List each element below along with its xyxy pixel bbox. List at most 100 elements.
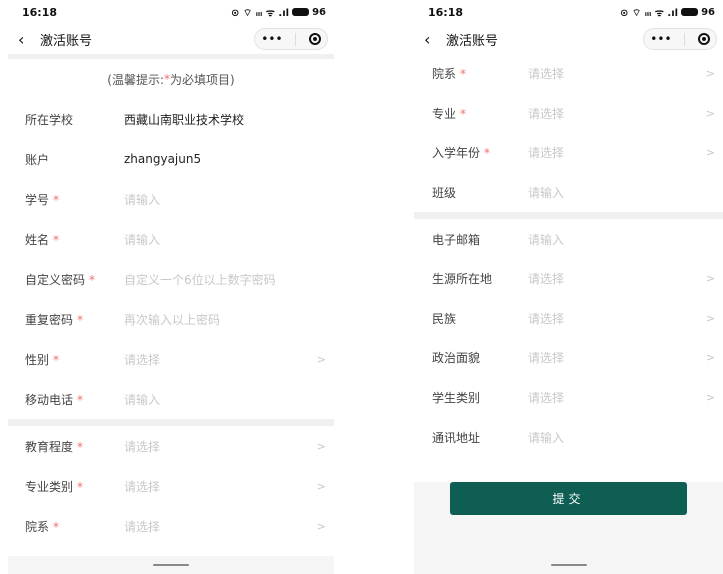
form-row[interactable]: 重复密码 * 再次输入以上密码 [8, 299, 334, 339]
field-label: 院系 * [25, 518, 124, 535]
required-star: * [53, 519, 60, 534]
tip-suffix: 为必填项目) [170, 72, 235, 87]
chevron-right-icon: > [316, 479, 326, 493]
form-row[interactable]: 专业类别 * 请选择 > [8, 466, 334, 506]
form-row[interactable]: 教育程度 * 请选择 > [8, 426, 334, 466]
form-row[interactable]: 自定义密码 * 自定义一个6位以上数字密码 [8, 259, 334, 299]
chevron-right-icon: > [316, 439, 326, 453]
form-row[interactable]: 电子邮箱 请输入 [414, 219, 723, 259]
required-star: * [53, 232, 60, 247]
field-input[interactable]: 请输入 [528, 429, 715, 446]
form-row[interactable]: 学生类别 请选择 > [414, 378, 723, 418]
required-star: * [77, 392, 84, 407]
battery-icon [681, 8, 699, 16]
field-picker[interactable]: 请选择 [528, 270, 705, 287]
field-label-text: 院系 [25, 519, 50, 534]
right-screen: 16:18 ⊙ ⌔ ᵢₗₗ ᯤ .ıl 96 ‹ 激活账号 ••• 院系 * 请选择… [414, 0, 723, 574]
home-indicator [550, 564, 587, 566]
field-label-text: 院系 [432, 67, 457, 82]
section-divider [8, 419, 334, 426]
status-time: 16:18 [22, 5, 58, 19]
chevron-right-icon: > [705, 311, 715, 325]
chevron-right-icon: > [705, 272, 715, 286]
field-input[interactable]: 请输入 [528, 184, 715, 201]
field-label: 教育程度 * [25, 438, 124, 455]
field-picker[interactable]: 请选择 [528, 310, 705, 327]
form-row[interactable]: 班级 请输入 [414, 173, 723, 213]
status-time: 16:18 [428, 5, 464, 19]
field-label-text: 账户 [25, 152, 50, 167]
form-row[interactable]: 院系 * 请选择 > [414, 54, 723, 94]
form-row[interactable]: 生源所在地 请选择 > [414, 259, 723, 299]
form-row[interactable]: 专业 * 请选择 > [414, 94, 723, 134]
mini-program-capsule: ••• [254, 28, 328, 50]
more-icon[interactable]: ••• [650, 32, 671, 46]
status-icons: ⊙ ⌔ ᵢₗₗ ᯤ .ıl 96 [231, 5, 326, 20]
field-label: 学生类别 [432, 389, 528, 406]
back-icon[interactable]: ‹ [18, 30, 34, 49]
field-label: 专业 * [432, 105, 528, 122]
status-indicator-icons: ⊙ ⌔ ᵢₗₗ ᯤ .ıl [620, 7, 679, 19]
form-list: 教育程度 * 请选择 > 专业类别 * 请选择 > 院系 * 请选择 > [8, 426, 334, 546]
field-label: 姓名 * [25, 231, 124, 248]
field-input[interactable]: 请输入 [124, 231, 326, 248]
close-target-icon[interactable] [308, 33, 321, 45]
field-label: 专业类别 * [25, 478, 124, 495]
form-row[interactable]: 学号 * 请输入 [8, 179, 334, 219]
field-label-text: 民族 [432, 311, 457, 326]
field-label: 自定义密码 * [25, 271, 124, 288]
back-icon[interactable]: ‹ [424, 30, 440, 49]
field-label-text: 专业类别 [25, 479, 74, 494]
field-picker[interactable]: 请选择 [528, 349, 705, 366]
field-label-text: 自定义密码 [25, 272, 86, 287]
form-row[interactable]: 账户 zhangyajun5 [8, 139, 334, 179]
field-value: zhangyajun5 [124, 152, 202, 166]
field-label: 院系 * [432, 65, 528, 82]
field-picker[interactable]: 请选择 [528, 144, 705, 161]
required-star: * [460, 106, 467, 121]
field-input[interactable]: 再次输入以上密码 [124, 311, 326, 328]
form-row[interactable]: 入学年份 * 请选择 > [414, 133, 723, 173]
field-picker[interactable]: 请选择 [124, 478, 316, 495]
field-input[interactable]: 请输入 [528, 231, 715, 248]
field-label-text: 学号 [25, 192, 50, 207]
field-picker[interactable]: 请选择 [124, 351, 316, 368]
required-star: * [53, 192, 60, 207]
required-tip: (温馨提示: * 为必填项目) [8, 59, 334, 99]
required-star: * [484, 146, 491, 161]
form-list: 所在学校 西藏山南职业技术学校 账户 zhangyajun5 学号 * 请输入 姓名 * 请输入自… [8, 99, 334, 419]
form-row[interactable]: 民族 请选择 > [414, 299, 723, 339]
field-label-text: 通讯地址 [432, 430, 481, 445]
form-row[interactable]: 政治面貌 请选择 > [414, 338, 723, 378]
close-target-icon[interactable] [697, 33, 710, 45]
field-picker[interactable]: 请选择 [528, 389, 705, 406]
form-list: 院系 * 请选择 > 专业 * 请选择 > 入学年份 * 请选择 > 班级 请输入 [414, 54, 723, 212]
field-label-text: 姓名 [25, 232, 50, 247]
field-picker[interactable]: 请选择 [124, 438, 316, 455]
field-picker[interactable]: 请选择 [528, 105, 705, 122]
capsule-divider [295, 32, 297, 46]
field-label-text: 政治面貌 [432, 351, 481, 366]
field-picker[interactable]: 请选择 [528, 65, 705, 82]
field-label: 移动电话 * [25, 391, 124, 408]
status-bar: 16:18 ⊙ ⌔ ᵢₗₗ ᯤ .ıl 96 [414, 0, 723, 24]
submit-button[interactable]: 提交 [450, 481, 687, 515]
form-row[interactable]: 所在学校 西藏山南职业技术学校 [8, 99, 334, 139]
form-row[interactable]: 姓名 * 请输入 [8, 219, 334, 259]
field-label: 班级 [432, 184, 528, 201]
required-star: * [77, 479, 84, 494]
field-label-text: 专业 [432, 106, 457, 121]
form-row[interactable]: 移动电话 * 请输入 [8, 379, 334, 419]
chevron-right-icon: > [705, 67, 715, 81]
field-input[interactable]: 自定义一个6位以上数字密码 [124, 271, 326, 288]
more-icon[interactable]: ••• [261, 32, 282, 46]
form-row[interactable]: 性别 * 请选择 > [8, 339, 334, 379]
field-input[interactable]: 请输入 [124, 191, 326, 208]
form-row[interactable]: 通讯地址 请输入 [414, 417, 723, 457]
field-label: 性别 * [25, 351, 124, 368]
field-picker[interactable]: 请选择 [124, 518, 316, 535]
form-row[interactable]: 院系 * 请选择 > [8, 506, 334, 546]
field-input[interactable]: 请输入 [124, 391, 326, 408]
section-divider [414, 212, 723, 220]
status-indicator-icons: ⊙ ⌔ ᵢₗₗ ᯤ .ıl [231, 7, 290, 19]
